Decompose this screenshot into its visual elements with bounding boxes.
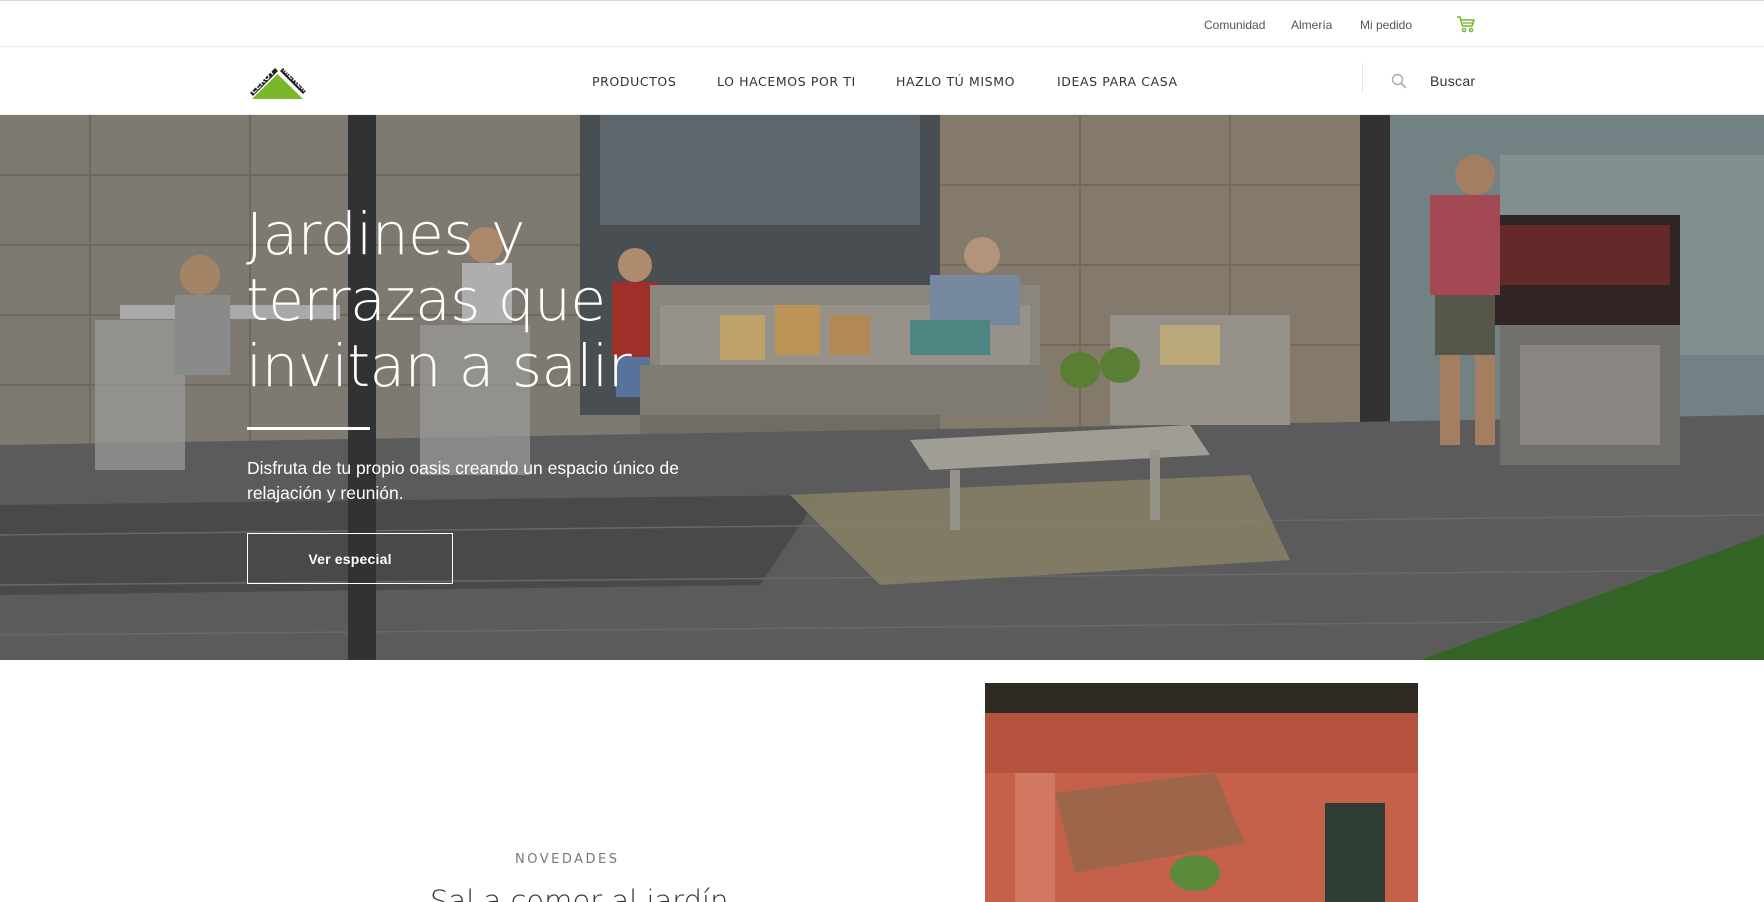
nav-ideas-para-casa[interactable]: IDEAS PARA CASA bbox=[1057, 74, 1178, 89]
section-title: Sal a comer al jardín bbox=[430, 884, 729, 902]
search-icon[interactable] bbox=[1391, 73, 1407, 89]
ver-especial-button[interactable]: Ver especial bbox=[247, 533, 453, 584]
nav-hazlo-tu-mismo[interactable]: HAZLO TÚ MISMO bbox=[896, 74, 1015, 89]
hero-title-underline bbox=[247, 427, 370, 430]
hero-title-line: invitan a salir bbox=[246, 332, 632, 400]
hero-banner: Jardines y terrazas que invitan a salir … bbox=[0, 115, 1764, 660]
hero-title-line: Jardines y bbox=[246, 200, 525, 268]
section-tag: NOVEDADES bbox=[515, 852, 620, 867]
utility-bar: Comunidad Almería Mi pedido bbox=[0, 0, 1764, 47]
store-location-link[interactable]: Almería bbox=[1291, 18, 1332, 32]
nav-lo-hacemos-por-ti[interactable]: LO HACEMOS POR TI bbox=[717, 74, 856, 89]
search-button[interactable]: Buscar bbox=[1430, 73, 1475, 89]
leroy-merlin-logo[interactable]: LEROY MERLIN bbox=[246, 60, 309, 100]
hero-title: Jardines y terrazas que invitan a salir bbox=[246, 201, 766, 399]
my-order-link[interactable]: Mi pedido bbox=[1360, 18, 1412, 32]
hero-title-line: terrazas que bbox=[246, 266, 606, 334]
nav-productos[interactable]: PRODUCTOS bbox=[592, 74, 676, 89]
novedades-image[interactable] bbox=[985, 683, 1418, 902]
community-link[interactable]: Comunidad bbox=[1204, 18, 1265, 32]
hero-subtitle: Disfruta de tu propio oasis creando un e… bbox=[247, 458, 679, 503]
main-header: LEROY MERLIN PRODUCTOS LO HACEMOS POR TI… bbox=[0, 47, 1764, 115]
cart-icon[interactable] bbox=[1456, 15, 1476, 33]
novedades-photo bbox=[985, 683, 1418, 902]
header-divider bbox=[1362, 63, 1363, 93]
